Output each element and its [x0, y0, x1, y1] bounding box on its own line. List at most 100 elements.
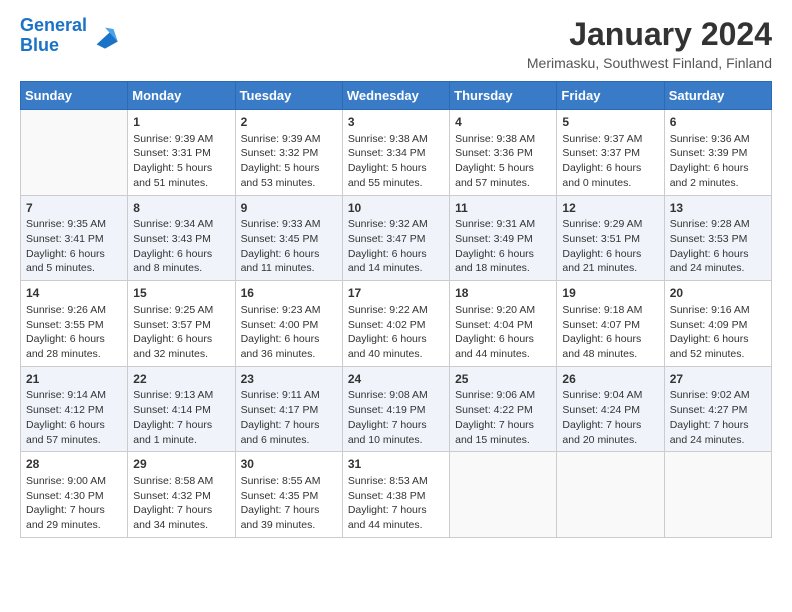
day-info: Sunset: 3:36 PM: [455, 146, 551, 161]
day-cell: 1Sunrise: 9:39 AMSunset: 3:31 PMDaylight…: [128, 110, 235, 196]
day-cell: 4Sunrise: 9:38 AMSunset: 3:36 PMDaylight…: [450, 110, 557, 196]
day-info: and 57 minutes.: [455, 176, 551, 191]
day-cell: 9Sunrise: 9:33 AMSunset: 3:45 PMDaylight…: [235, 195, 342, 281]
day-info: Sunset: 4:17 PM: [241, 403, 337, 418]
day-info: Sunrise: 9:11 AM: [241, 388, 337, 403]
day-info: Sunrise: 9:00 AM: [26, 474, 122, 489]
day-info: Daylight: 6 hours: [26, 332, 122, 347]
day-cell: 21Sunrise: 9:14 AMSunset: 4:12 PMDayligh…: [21, 366, 128, 452]
day-cell: 30Sunrise: 8:55 AMSunset: 4:35 PMDayligh…: [235, 452, 342, 538]
day-info: Sunset: 4:24 PM: [562, 403, 658, 418]
day-info: Sunrise: 9:06 AM: [455, 388, 551, 403]
day-cell: 13Sunrise: 9:28 AMSunset: 3:53 PMDayligh…: [664, 195, 771, 281]
day-info: Sunrise: 9:39 AM: [133, 132, 229, 147]
day-info: and 1 minute.: [133, 433, 229, 448]
day-info: Sunrise: 9:13 AM: [133, 388, 229, 403]
day-cell: 11Sunrise: 9:31 AMSunset: 3:49 PMDayligh…: [450, 195, 557, 281]
day-info: Sunrise: 9:37 AM: [562, 132, 658, 147]
day-info: Sunset: 3:39 PM: [670, 146, 766, 161]
day-cell: 18Sunrise: 9:20 AMSunset: 4:04 PMDayligh…: [450, 281, 557, 367]
day-info: and 51 minutes.: [133, 176, 229, 191]
day-info: and 18 minutes.: [455, 261, 551, 276]
week-row-5: 28Sunrise: 9:00 AMSunset: 4:30 PMDayligh…: [21, 452, 772, 538]
day-info: and 55 minutes.: [348, 176, 444, 191]
day-number: 15: [133, 285, 229, 302]
day-info: Sunrise: 9:34 AM: [133, 217, 229, 232]
day-info: and 21 minutes.: [562, 261, 658, 276]
day-info: Sunset: 4:35 PM: [241, 489, 337, 504]
day-number: 30: [241, 456, 337, 473]
day-info: Daylight: 7 hours: [348, 503, 444, 518]
day-cell: 17Sunrise: 9:22 AMSunset: 4:02 PMDayligh…: [342, 281, 449, 367]
day-info: Sunset: 3:41 PM: [26, 232, 122, 247]
day-info: Sunset: 4:32 PM: [133, 489, 229, 504]
day-cell: 16Sunrise: 9:23 AMSunset: 4:00 PMDayligh…: [235, 281, 342, 367]
day-info: and 11 minutes.: [241, 261, 337, 276]
weekday-header-saturday: Saturday: [664, 82, 771, 110]
day-cell: 20Sunrise: 9:16 AMSunset: 4:09 PMDayligh…: [664, 281, 771, 367]
day-info: Sunset: 4:14 PM: [133, 403, 229, 418]
day-cell: 12Sunrise: 9:29 AMSunset: 3:51 PMDayligh…: [557, 195, 664, 281]
day-cell: 24Sunrise: 9:08 AMSunset: 4:19 PMDayligh…: [342, 366, 449, 452]
day-info: Sunrise: 9:35 AM: [26, 217, 122, 232]
title-block: January 2024 Merimasku, Southwest Finlan…: [527, 16, 772, 71]
day-number: 6: [670, 114, 766, 131]
day-info: and 53 minutes.: [241, 176, 337, 191]
day-info: Daylight: 6 hours: [670, 161, 766, 176]
weekday-header-thursday: Thursday: [450, 82, 557, 110]
day-info: Sunrise: 9:29 AM: [562, 217, 658, 232]
day-info: and 14 minutes.: [348, 261, 444, 276]
day-info: Sunset: 3:55 PM: [26, 318, 122, 333]
day-info: Sunrise: 8:53 AM: [348, 474, 444, 489]
day-info: Daylight: 5 hours: [133, 161, 229, 176]
day-number: 27: [670, 371, 766, 388]
day-info: and 10 minutes.: [348, 433, 444, 448]
day-number: 17: [348, 285, 444, 302]
day-number: 4: [455, 114, 551, 131]
day-info: Sunset: 3:32 PM: [241, 146, 337, 161]
day-cell: 14Sunrise: 9:26 AMSunset: 3:55 PMDayligh…: [21, 281, 128, 367]
day-cell: 26Sunrise: 9:04 AMSunset: 4:24 PMDayligh…: [557, 366, 664, 452]
day-info: Sunrise: 9:14 AM: [26, 388, 122, 403]
day-info: Daylight: 7 hours: [241, 503, 337, 518]
day-cell: 5Sunrise: 9:37 AMSunset: 3:37 PMDaylight…: [557, 110, 664, 196]
day-cell: 19Sunrise: 9:18 AMSunset: 4:07 PMDayligh…: [557, 281, 664, 367]
day-info: and 24 minutes.: [670, 433, 766, 448]
day-cell: 22Sunrise: 9:13 AMSunset: 4:14 PMDayligh…: [128, 366, 235, 452]
day-number: 3: [348, 114, 444, 131]
day-info: Daylight: 6 hours: [26, 418, 122, 433]
day-number: 5: [562, 114, 658, 131]
day-info: Daylight: 5 hours: [348, 161, 444, 176]
day-number: 8: [133, 200, 229, 217]
day-info: Daylight: 6 hours: [562, 161, 658, 176]
day-cell: 8Sunrise: 9:34 AMSunset: 3:43 PMDaylight…: [128, 195, 235, 281]
day-info: Daylight: 6 hours: [241, 332, 337, 347]
day-number: 12: [562, 200, 658, 217]
day-info: Daylight: 6 hours: [26, 247, 122, 262]
day-info: Daylight: 7 hours: [455, 418, 551, 433]
day-info: Sunrise: 9:28 AM: [670, 217, 766, 232]
day-info: Sunrise: 9:23 AM: [241, 303, 337, 318]
day-number: 18: [455, 285, 551, 302]
day-info: Sunrise: 8:55 AM: [241, 474, 337, 489]
day-info: Daylight: 6 hours: [670, 332, 766, 347]
day-info: Sunset: 4:19 PM: [348, 403, 444, 418]
day-number: 28: [26, 456, 122, 473]
day-number: 26: [562, 371, 658, 388]
day-info: Sunset: 4:04 PM: [455, 318, 551, 333]
day-number: 21: [26, 371, 122, 388]
day-info: Daylight: 6 hours: [133, 247, 229, 262]
day-info: Sunset: 4:07 PM: [562, 318, 658, 333]
calendar-table: SundayMondayTuesdayWednesdayThursdayFrid…: [20, 81, 772, 538]
day-info: Sunrise: 9:38 AM: [348, 132, 444, 147]
day-info: Daylight: 6 hours: [562, 247, 658, 262]
day-info: Sunset: 4:00 PM: [241, 318, 337, 333]
day-info: Daylight: 6 hours: [348, 247, 444, 262]
day-info: Daylight: 6 hours: [241, 247, 337, 262]
day-number: 1: [133, 114, 229, 131]
day-info: and 15 minutes.: [455, 433, 551, 448]
day-info: Sunset: 3:45 PM: [241, 232, 337, 247]
day-info: Daylight: 6 hours: [348, 332, 444, 347]
week-row-4: 21Sunrise: 9:14 AMSunset: 4:12 PMDayligh…: [21, 366, 772, 452]
day-info: and 2 minutes.: [670, 176, 766, 191]
